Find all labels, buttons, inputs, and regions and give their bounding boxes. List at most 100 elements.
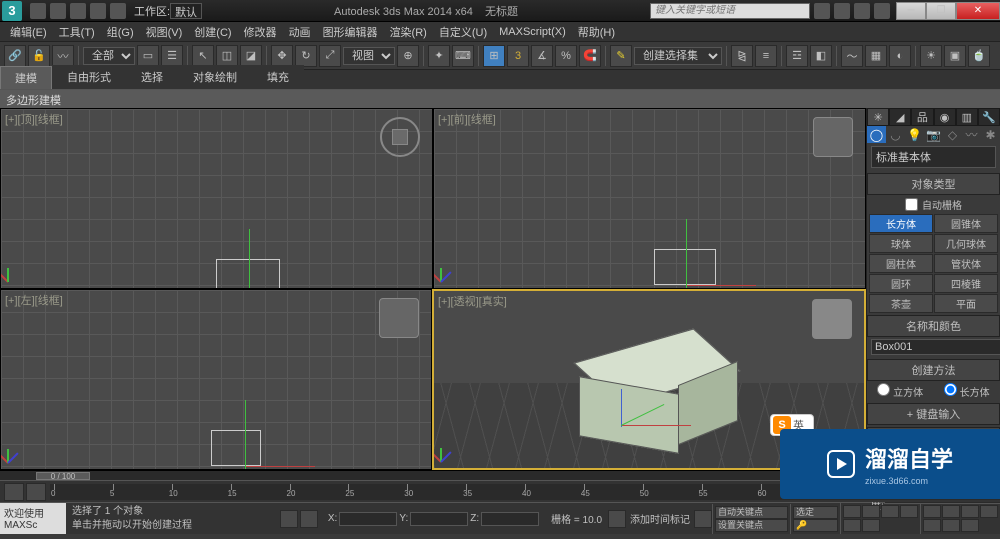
orbit-icon[interactable]	[942, 519, 960, 532]
select-object-icon[interactable]: ↖	[192, 45, 214, 67]
qat-save-icon[interactable]	[70, 3, 86, 19]
curve-editor-icon[interactable]: 〜	[841, 45, 863, 67]
isolate-selection-icon[interactable]	[280, 510, 298, 528]
box-wireframe-left[interactable]	[211, 430, 261, 466]
viewcube-left[interactable]	[379, 298, 419, 338]
box-button[interactable]: 长方体	[869, 214, 933, 233]
snap-toggle-icon[interactable]: ⊞	[483, 45, 505, 67]
select-name-icon[interactable]: ☰	[161, 45, 183, 67]
rotate-icon[interactable]: ↻	[295, 45, 317, 67]
plane-button[interactable]: 平面	[934, 294, 998, 313]
systems-icon[interactable]: ✱	[981, 126, 1000, 143]
next-frame-icon[interactable]	[900, 505, 918, 518]
angle-snap-icon[interactable]: 3	[507, 45, 529, 67]
schematic-view-icon[interactable]: ▦	[865, 45, 887, 67]
pivot-icon[interactable]: ⊕	[397, 45, 419, 67]
tab-object-paint[interactable]: 对象绘制	[178, 65, 252, 89]
setkey-button[interactable]: 设置关键点	[715, 519, 788, 532]
mini-curve-editor-icon[interactable]	[4, 483, 24, 501]
cube-radio[interactable]: 立方体	[877, 383, 923, 399]
render-setup-icon[interactable]: ☀	[920, 45, 942, 67]
named-selection-sets[interactable]: 创建选择集	[634, 47, 722, 65]
prev-frame-icon[interactable]	[862, 505, 880, 518]
lights-icon[interactable]: 💡	[905, 126, 924, 143]
mirror-icon[interactable]: ⧎	[731, 45, 753, 67]
rollout-object-type[interactable]: 对象类型	[867, 173, 1000, 195]
app-icon[interactable]: 3	[2, 1, 22, 21]
spinner-snap-icon[interactable]: %	[555, 45, 577, 67]
time-tag-icon[interactable]	[608, 510, 626, 528]
geometry-icon[interactable]: ◯	[867, 126, 886, 143]
viewport-persp-label[interactable]: [+][透视][真实]	[438, 293, 507, 309]
maximize-viewport-icon[interactable]	[961, 519, 979, 532]
display-tab-icon[interactable]: ▥	[956, 108, 978, 126]
timeline-config-icon[interactable]	[26, 483, 46, 501]
viewcube-front[interactable]	[813, 117, 853, 157]
restore-button[interactable]: ❐	[926, 2, 956, 20]
rollout-creation-method[interactable]: 创建方法	[867, 359, 1000, 381]
time-slider-handle[interactable]: 0 / 100	[36, 472, 90, 480]
viewcube-top[interactable]	[380, 117, 420, 157]
cameras-icon[interactable]: 📷	[924, 126, 943, 143]
zoom-icon[interactable]	[923, 505, 941, 518]
menu-edit[interactable]: 编辑(E)	[4, 24, 53, 40]
select-region-icon[interactable]: ◫	[216, 45, 238, 67]
sphere-button[interactable]: 球体	[869, 234, 933, 253]
goto-start-icon[interactable]	[843, 505, 861, 518]
manipulate-icon[interactable]: ✦	[428, 45, 450, 67]
pyramid-button[interactable]: 四棱锥	[934, 274, 998, 293]
utilities-tab-icon[interactable]: 🔧	[978, 108, 1000, 126]
graphite-icon[interactable]: ◧	[810, 45, 832, 67]
menu-create[interactable]: 创建(C)	[188, 24, 237, 40]
menu-views[interactable]: 视图(V)	[140, 24, 189, 40]
edit-selection-set-icon[interactable]: ✎	[610, 45, 632, 67]
goto-end-icon[interactable]	[843, 519, 861, 532]
tab-freeform[interactable]: 自由形式	[52, 65, 126, 89]
help-icon[interactable]	[874, 3, 890, 19]
box-wireframe-top[interactable]	[216, 259, 280, 289]
viewport-top-label[interactable]: [+][顶][线框]	[5, 111, 63, 127]
add-time-tag[interactable]: 添加时间标记	[626, 511, 694, 526]
spacewarps-icon[interactable]: 〰	[962, 126, 981, 143]
tab-selection[interactable]: 选择	[126, 65, 178, 89]
qat-new-icon[interactable]	[30, 3, 46, 19]
motion-tab-icon[interactable]: ◉	[934, 108, 956, 126]
snap-options-icon[interactable]: 🧲	[579, 45, 601, 67]
viewport-left-label[interactable]: [+][左][线框]	[5, 292, 63, 308]
torus-button[interactable]: 圆环	[869, 274, 933, 293]
hierarchy-tab-icon[interactable]: 品	[911, 108, 933, 126]
rollout-keyboard-entry[interactable]: + 键盘输入	[867, 403, 1000, 425]
autogrid-checkbox[interactable]	[905, 198, 918, 211]
tube-button[interactable]: 管状体	[934, 254, 998, 273]
adaptive-degradation-icon[interactable]	[694, 510, 712, 528]
selection-lock-icon[interactable]	[300, 510, 318, 528]
box-object[interactable]	[579, 339, 729, 449]
link-icon[interactable]: 🔗	[4, 45, 26, 67]
close-button[interactable]: ✕	[956, 2, 1000, 20]
helpers-icon[interactable]: ◇	[943, 126, 962, 143]
create-tab-icon[interactable]: ✳	[867, 108, 889, 126]
align-icon[interactable]: ≡	[755, 45, 777, 67]
qat-undo-icon[interactable]	[90, 3, 106, 19]
cylinder-button[interactable]: 圆柱体	[869, 254, 933, 273]
key-mode-icon[interactable]: 🔑	[793, 519, 838, 532]
x-coord-input[interactable]	[339, 512, 397, 526]
material-editor-icon[interactable]: ◐	[889, 45, 911, 67]
zoom-extents-all-icon[interactable]	[980, 505, 998, 518]
maxscript-listener[interactable]: 欢迎使用 MAXSc	[0, 503, 66, 534]
cone-button[interactable]: 圆锥体	[934, 214, 998, 233]
z-coord-input[interactable]	[481, 512, 539, 526]
minimize-button[interactable]: ─	[896, 2, 926, 20]
signin-icon[interactable]	[834, 3, 850, 19]
render-production-icon[interactable]: 🍵	[968, 45, 990, 67]
exchange-icon[interactable]	[854, 3, 870, 19]
help-search-input[interactable]	[650, 3, 810, 19]
menu-animation[interactable]: 动画	[283, 24, 317, 40]
menu-tools[interactable]: 工具(T)	[53, 24, 101, 40]
workspace-selector[interactable]: 默认	[170, 3, 202, 19]
search-icon[interactable]	[814, 3, 830, 19]
menu-maxscript[interactable]: MAXScript(X)	[493, 26, 572, 38]
pan-icon[interactable]	[923, 519, 941, 532]
time-config-icon[interactable]	[862, 519, 880, 532]
viewport-top[interactable]: [+][顶][线框]	[0, 108, 433, 289]
